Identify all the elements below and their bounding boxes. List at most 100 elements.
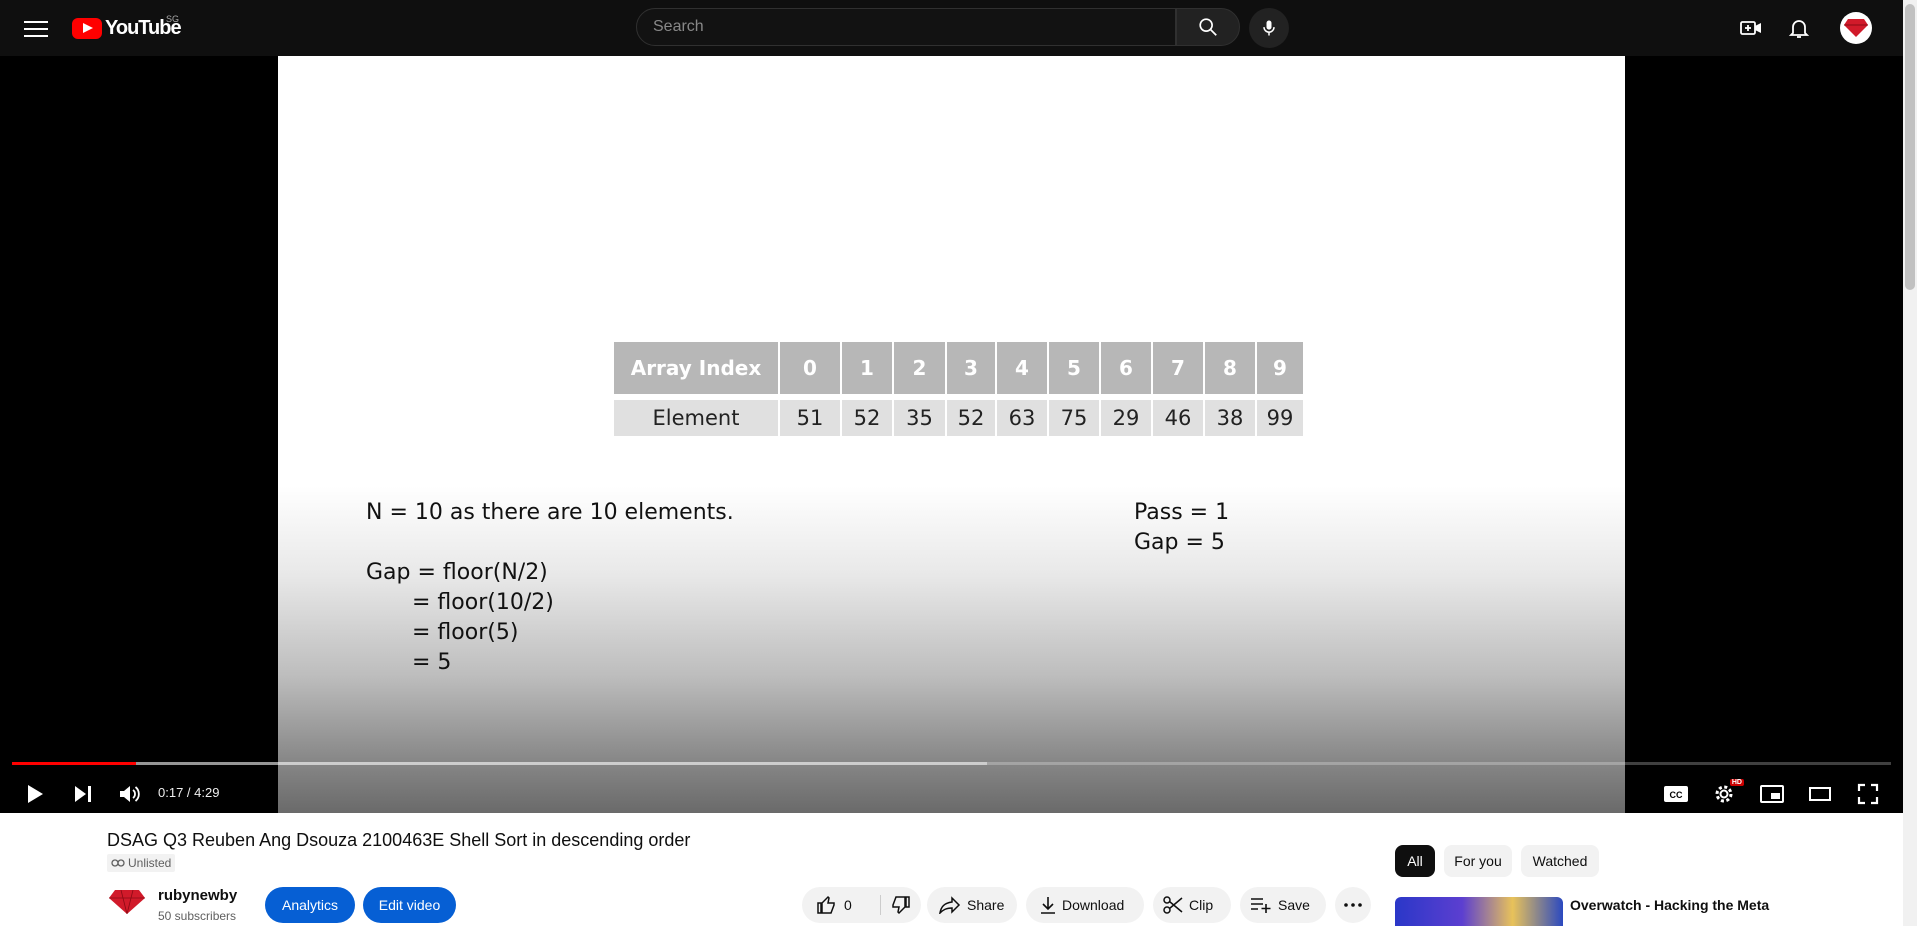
dislike-button[interactable] — [881, 887, 921, 923]
microphone-icon — [1263, 20, 1275, 36]
video-title: DSAG Q3 Reuben Ang Dsouza 2100463E Shell… — [107, 830, 691, 850]
create-button[interactable] — [1737, 14, 1765, 42]
search-button[interactable] — [1176, 8, 1240, 46]
more-horizontal-icon — [1344, 903, 1362, 907]
n-statement: N = 10 as there are 10 elements. — [366, 500, 734, 525]
chip-all[interactable]: All — [1395, 845, 1435, 877]
chip-for-you[interactable]: For you — [1444, 845, 1512, 877]
playlist-add-icon — [1251, 898, 1271, 913]
array-table: Array Index 0 1 2 3 4 5 6 7 8 9 Element … — [612, 340, 1305, 438]
index-cell: 2 — [894, 342, 945, 394]
voice-search-button[interactable] — [1249, 8, 1289, 48]
download-label: Download — [1062, 897, 1125, 913]
index-cell: 5 — [1049, 342, 1099, 394]
play-icon — [28, 785, 43, 803]
subscriber-count: 50 subscribers — [158, 909, 237, 923]
link-icon — [111, 859, 125, 867]
index-cell: 1 — [842, 342, 892, 394]
like-button[interactable]: 0 — [802, 887, 880, 923]
save-button[interactable]: Save — [1240, 887, 1326, 923]
like-count: 0 — [844, 897, 852, 913]
download-button[interactable]: Download — [1026, 887, 1144, 923]
fullscreen-button[interactable] — [1852, 776, 1884, 812]
index-cell: 9 — [1257, 342, 1303, 394]
scrollbar-thumb[interactable] — [1905, 4, 1915, 290]
element-cell: 29 — [1101, 400, 1151, 436]
element-cell: 52 — [947, 400, 995, 436]
theater-mode-button[interactable] — [1804, 776, 1836, 812]
channel-avatar[interactable] — [109, 890, 145, 914]
array-index-row: Array Index 0 1 2 3 4 5 6 7 8 9 — [614, 342, 1303, 394]
create-video-icon — [1740, 21, 1761, 35]
unlisted-badge: Unlisted — [107, 854, 176, 872]
element-cell: 99 — [1257, 400, 1303, 436]
miniplayer-icon — [1760, 785, 1784, 803]
youtube-logo[interactable]: YouTube SG — [72, 14, 182, 40]
index-cell: 4 — [997, 342, 1047, 394]
video-frame: Array Index 0 1 2 3 4 5 6 7 8 9 Element … — [278, 56, 1625, 813]
element-cell: 63 — [997, 400, 1047, 436]
index-cell: 8 — [1205, 342, 1255, 394]
index-cell: 0 — [780, 342, 840, 394]
bell-icon — [1788, 20, 1810, 38]
element-cell: 35 — [894, 400, 945, 436]
country-code: SG — [166, 14, 180, 24]
channel-name[interactable]: rubynewby — [158, 887, 237, 904]
ruby-gem-icon — [1844, 19, 1868, 37]
element-cell: 52 — [842, 400, 892, 436]
skip-next-icon — [75, 786, 91, 802]
analytics-button[interactable]: Analytics — [265, 887, 355, 923]
recommendation-title[interactable]: Overwatch - Hacking the Meta — [1570, 897, 1769, 913]
mute-button[interactable] — [114, 776, 146, 812]
hd-badge: HD — [1729, 779, 1744, 786]
progress-played — [12, 762, 136, 765]
subtitles-button[interactable]: CC — [1660, 776, 1692, 812]
element-cell: 38 — [1205, 400, 1255, 436]
next-button[interactable] — [68, 776, 98, 812]
index-cell: 7 — [1153, 342, 1203, 394]
clip-button[interactable]: Clip — [1153, 887, 1231, 923]
gap-formula-line-1: Gap = floor(N/2) — [366, 560, 548, 585]
search-input[interactable] — [637, 9, 1153, 45]
svg-text:CC: CC — [1670, 790, 1683, 800]
recommendation-thumbnail[interactable] — [1395, 897, 1563, 926]
thumbs-down-icon — [892, 896, 910, 915]
notifications-button[interactable] — [1785, 14, 1813, 42]
menu-icon[interactable] — [24, 18, 48, 38]
array-index-label: Array Index — [614, 342, 778, 394]
miniplayer-button[interactable] — [1756, 776, 1788, 812]
visibility-label: Unlisted — [128, 856, 172, 870]
share-icon — [939, 896, 961, 914]
search-icon — [1199, 18, 1217, 36]
volume-icon — [120, 786, 140, 802]
thumbs-up-icon — [817, 895, 835, 914]
page-scrollbar[interactable] — [1903, 0, 1917, 926]
settings-button[interactable]: HD — [1708, 776, 1744, 812]
element-row: Element 51 52 35 52 63 75 29 46 38 99 — [614, 400, 1303, 436]
download-icon — [1041, 897, 1055, 914]
progress-loaded — [12, 762, 988, 765]
theater-mode-icon — [1809, 787, 1831, 801]
more-actions-button[interactable] — [1335, 887, 1371, 923]
pass-label: Pass = 1 — [1134, 500, 1230, 525]
video-player[interactable]: Array Index 0 1 2 3 4 5 6 7 8 9 Element … — [0, 56, 1903, 813]
gap-formula-line-4: = 5 — [412, 650, 452, 675]
clip-label: Clip — [1189, 897, 1214, 913]
element-label: Element — [614, 400, 778, 436]
element-cell: 46 — [1153, 400, 1203, 436]
element-cell: 51 — [780, 400, 840, 436]
captions-icon: CC — [1664, 786, 1688, 802]
gap-label: Gap = 5 — [1134, 530, 1225, 555]
account-avatar[interactable] — [1840, 12, 1872, 44]
edit-video-button[interactable]: Edit video — [363, 887, 456, 923]
index-cell: 6 — [1101, 342, 1151, 394]
share-button[interactable]: Share — [927, 887, 1017, 923]
gap-formula-line-3: = floor(5) — [412, 620, 519, 645]
save-label: Save — [1278, 897, 1310, 913]
like-dislike-group: 0 — [802, 887, 921, 923]
play-button[interactable] — [20, 776, 50, 812]
progress-bar[interactable] — [12, 762, 1891, 765]
fullscreen-icon — [1857, 783, 1879, 805]
chip-watched[interactable]: Watched — [1521, 845, 1599, 877]
gap-formula-line-2: = floor(10/2) — [412, 590, 554, 615]
